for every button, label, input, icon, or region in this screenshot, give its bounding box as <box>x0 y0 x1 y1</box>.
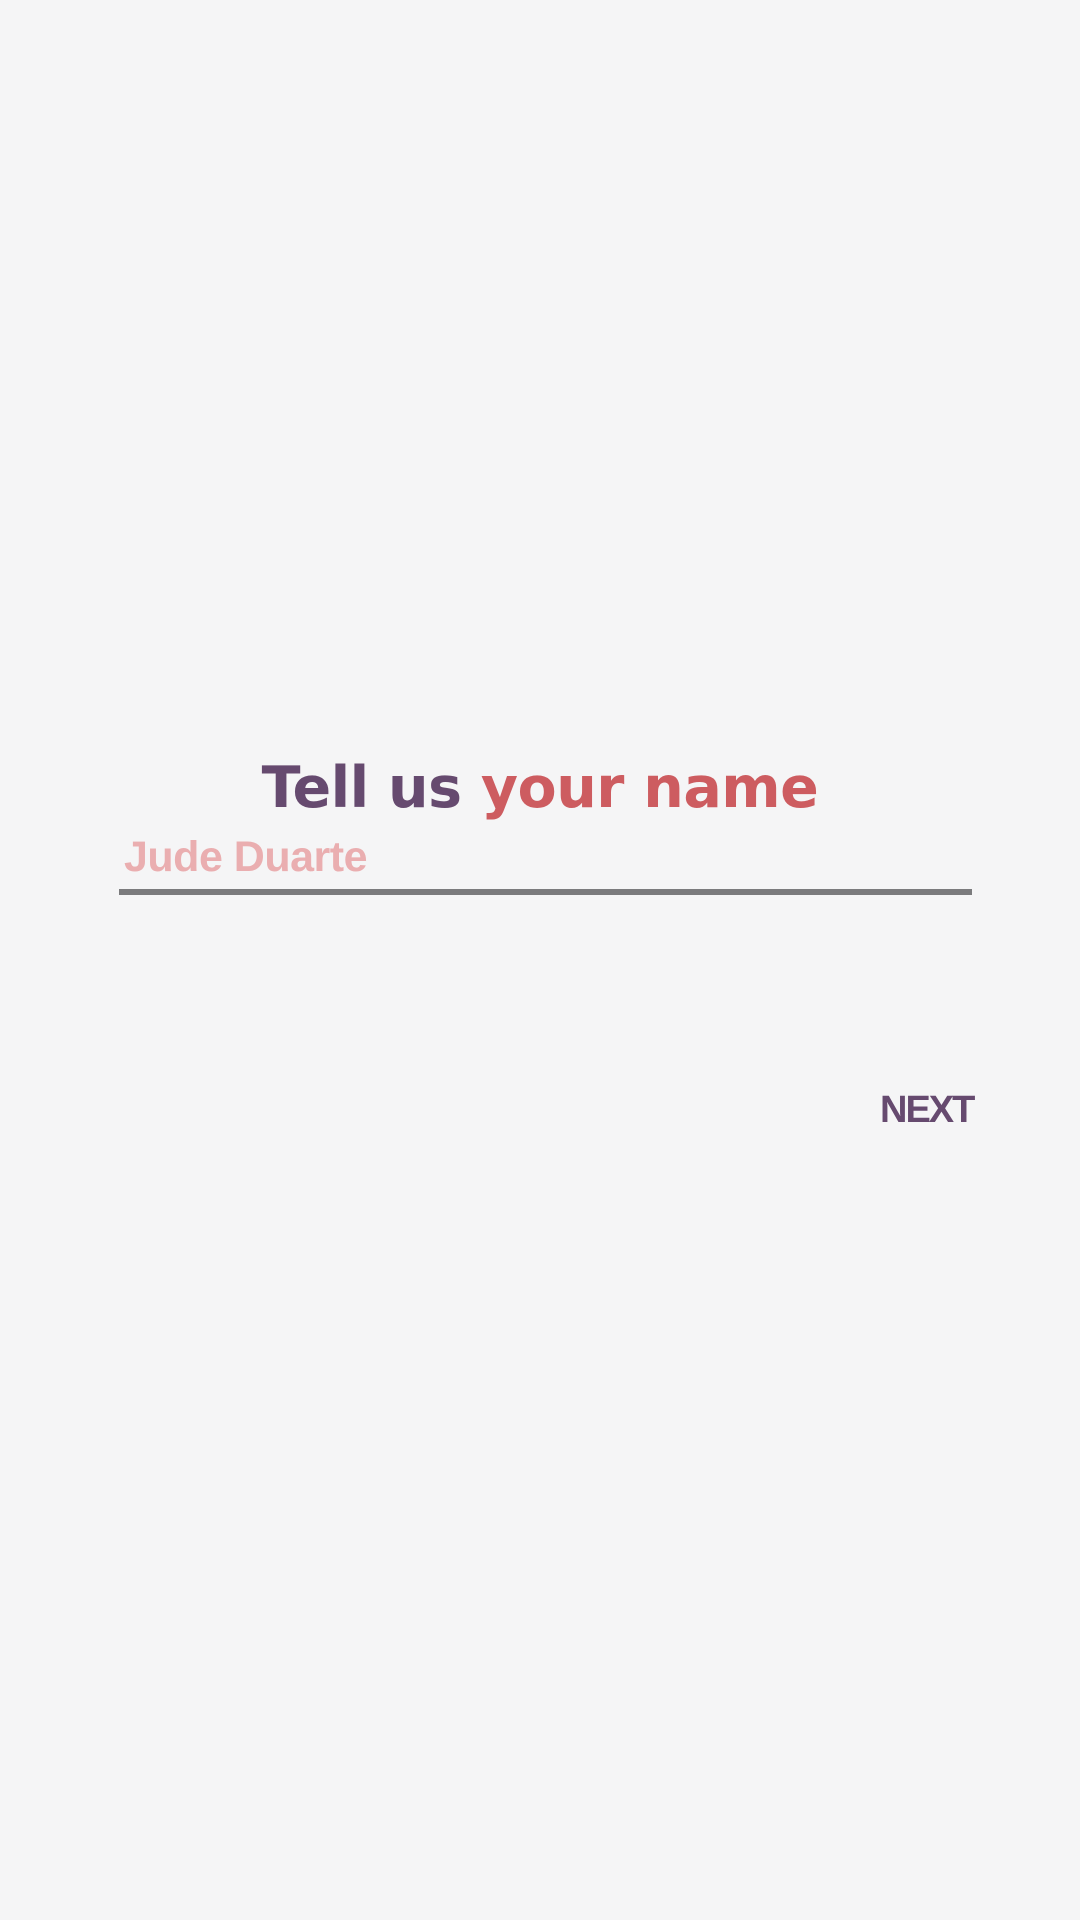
page-title-part-a: Tell us <box>261 755 481 822</box>
next-button[interactable]: NEXT <box>880 1084 975 1136</box>
name-field-underline <box>119 889 972 895</box>
page-title-part-b: your name <box>480 755 819 822</box>
name-entry-screen: Tell us your name NEXT <box>0 0 1080 1920</box>
name-field <box>119 824 972 898</box>
page-title: Tell us your name <box>0 746 1080 830</box>
name-input[interactable] <box>124 824 964 890</box>
